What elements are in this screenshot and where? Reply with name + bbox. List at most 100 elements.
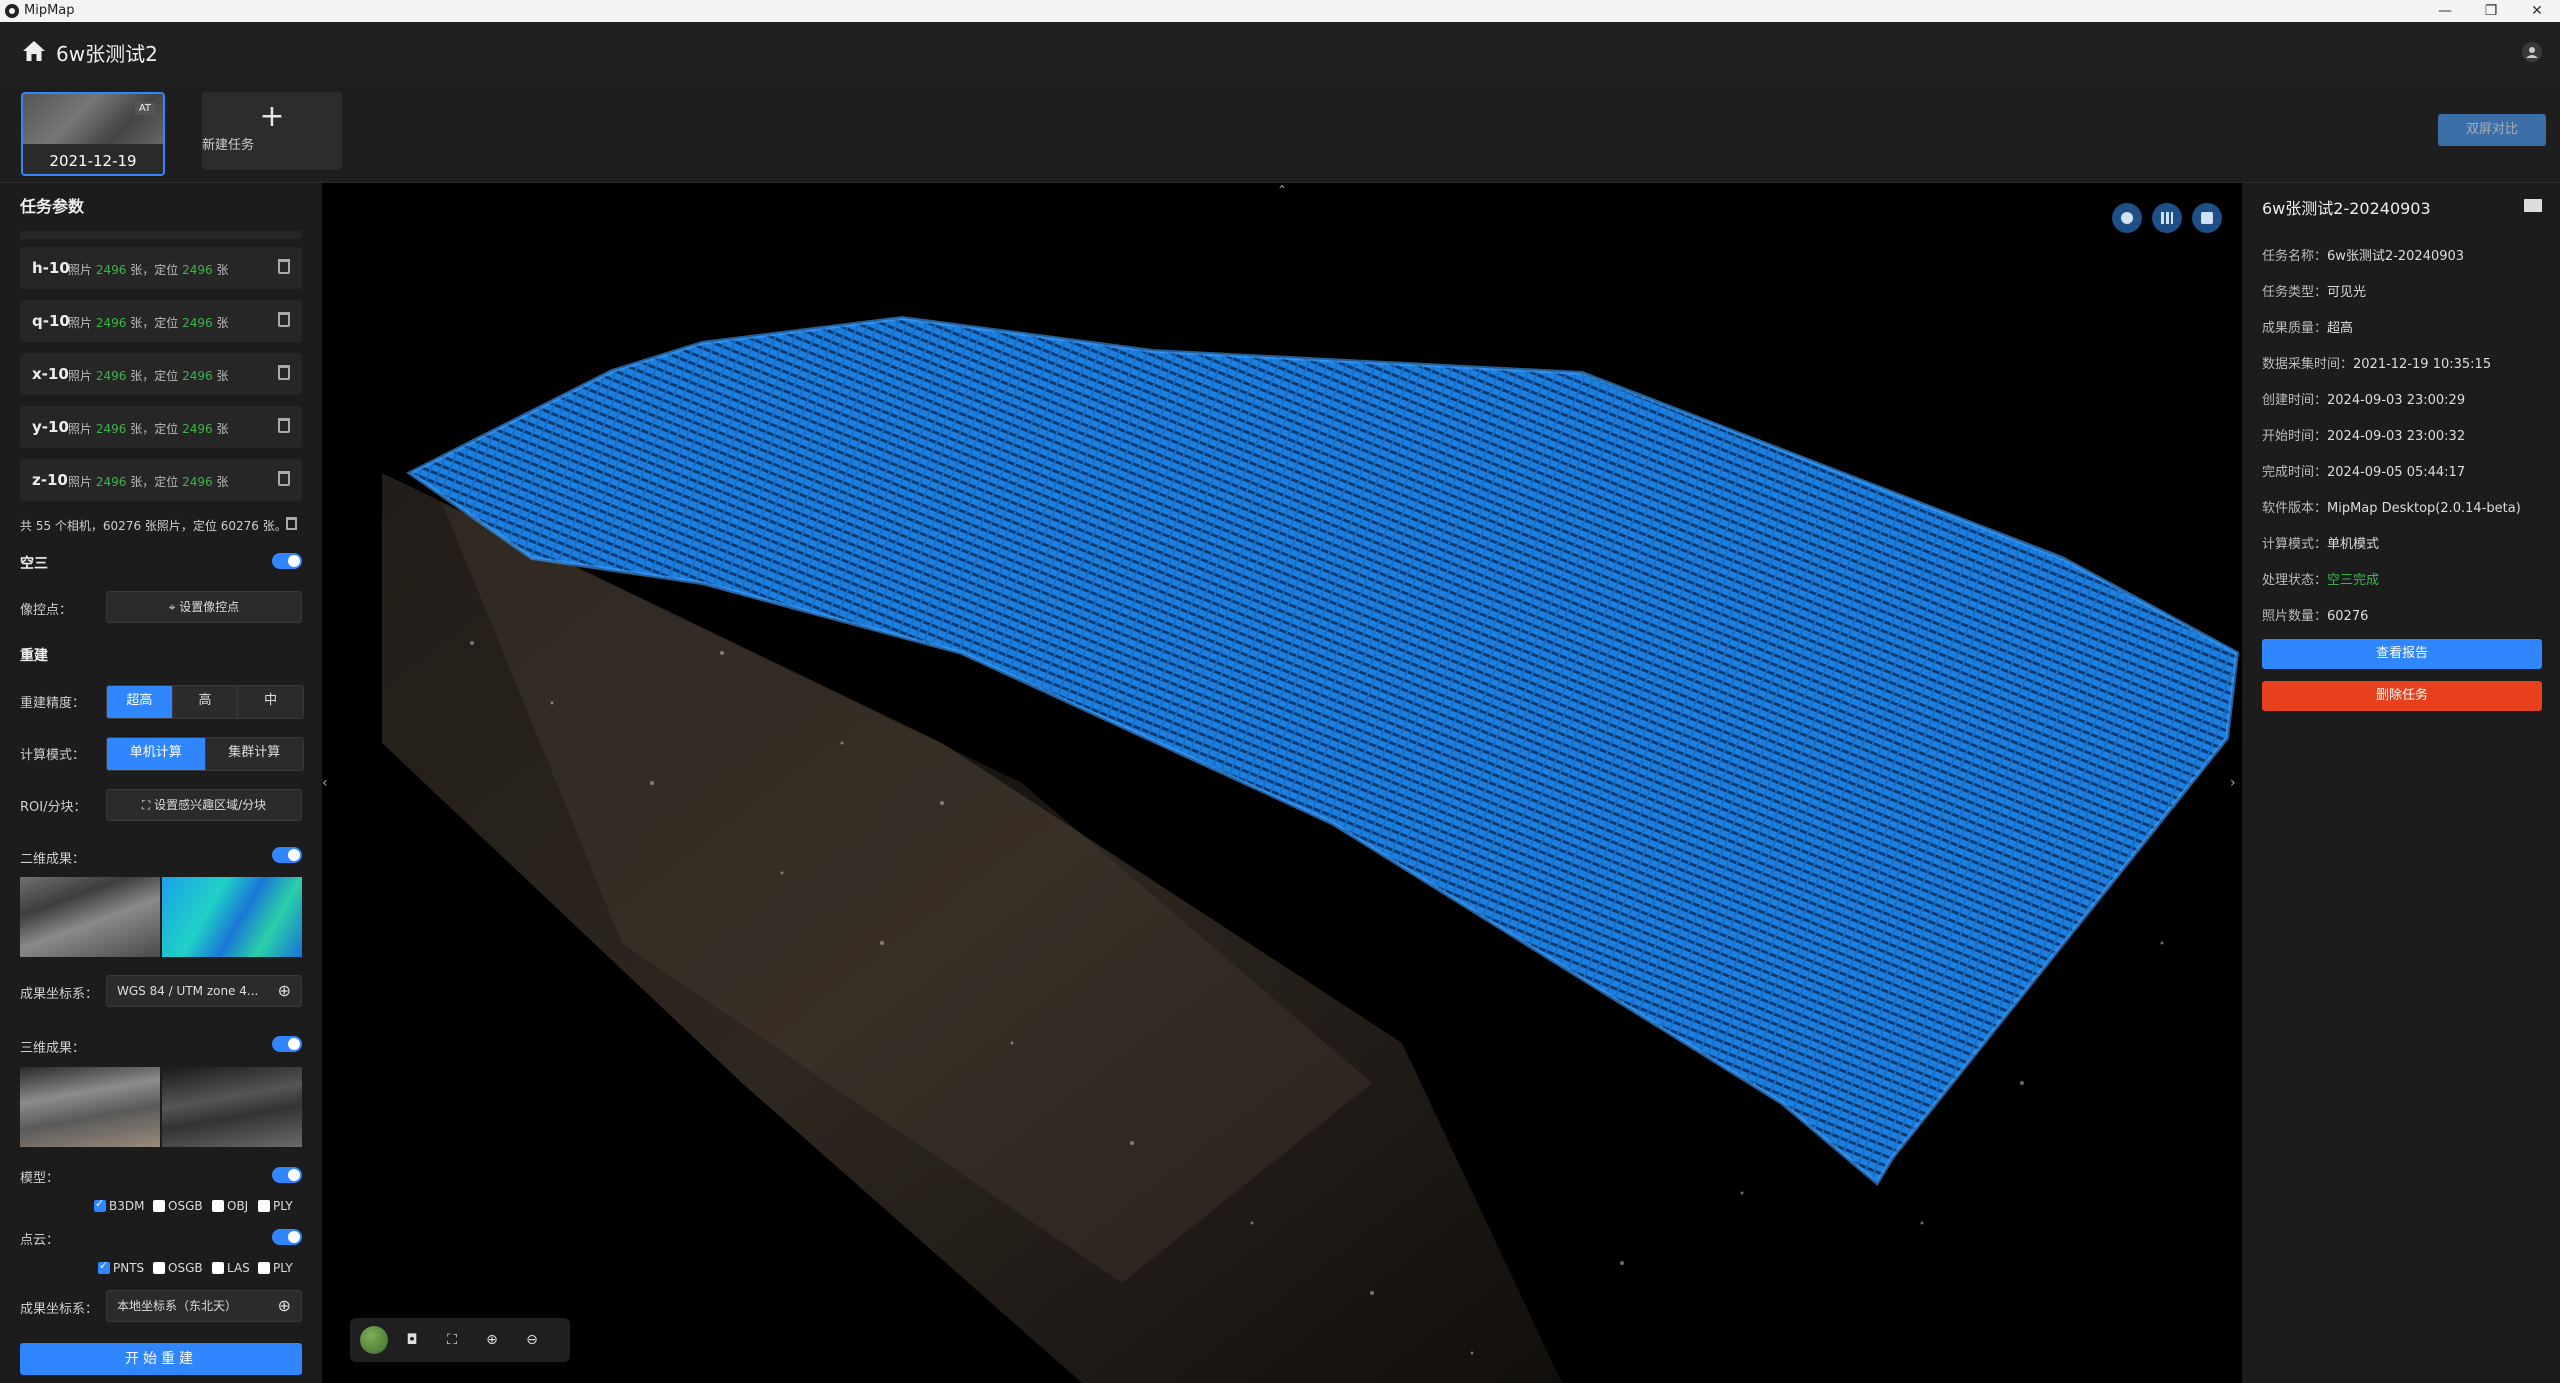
aerial-toggle[interactable] — [272, 553, 302, 569]
result-3d-thumbnails — [20, 1067, 302, 1147]
camera-icon[interactable]: ◘ — [402, 1330, 422, 1350]
model-format-obj[interactable]: OBJ — [212, 1199, 248, 1213]
camera-info: 照片 2496 张，定位 2496 张 — [68, 422, 229, 436]
pointcloud-toggle[interactable] — [272, 1229, 302, 1245]
pointcloud-format-ply[interactable]: PLY — [258, 1261, 293, 1275]
trash-icon[interactable] — [278, 471, 290, 486]
home-icon[interactable] — [22, 40, 46, 62]
detail-row: 成果质量：超高 — [2262, 321, 2354, 336]
precision-option-medium[interactable]: 中 — [238, 686, 303, 718]
model-format-b3dm[interactable]: B3DM — [94, 1197, 144, 1213]
precision-label: 重建精度： — [20, 696, 86, 711]
camera-row[interactable]: q-10 照片 2496 张，定位 2496 张 — [20, 300, 302, 342]
trash-icon[interactable] — [278, 365, 290, 380]
globe-view-icon — [2121, 212, 2133, 224]
precision-option-ultra[interactable]: 超高 — [107, 686, 173, 718]
delete-task-button[interactable]: 删除任务 — [2262, 681, 2542, 711]
result-3d-label: 三维成果： — [20, 1041, 86, 1056]
view-report-button[interactable]: 查看报告 — [2262, 639, 2542, 669]
detail-row: 照片数量：60276 — [2262, 609, 2369, 624]
model-thumbnail[interactable] — [20, 1067, 160, 1147]
task-params-panel: 任务参数 h-10 照片 2496 张，定位 2496 张 q-10 照片 24… — [0, 183, 320, 1383]
model-toggle[interactable] — [272, 1167, 302, 1183]
task-details-panel: 6w张测试2-20240903 任务名称：6w张测试2-20240903 任务类… — [2244, 183, 2560, 1383]
set-gcp-button[interactable]: ⌖ 设置像控点 — [106, 591, 302, 623]
detail-row: 开始时间：2024-09-03 23:00:32 — [2262, 429, 2466, 444]
aerial-section-label: 空三 — [20, 556, 48, 572]
camera-row[interactable]: y-10 照片 2496 张，定位 2496 张 — [20, 406, 302, 448]
task-bar: AT 2021-12-19 + 新建任务 双屏对比 — [0, 82, 2560, 183]
fit-view-icon[interactable]: ⛶ — [442, 1330, 462, 1350]
compute-mode-selector: 单机计算 集群计算 — [106, 737, 304, 771]
zoom-out-icon[interactable]: ⊖ — [522, 1330, 542, 1350]
viewport-toolbar: ◘ ⛶ ⊕ ⊖ — [350, 1318, 570, 1362]
task-type-badge: AT — [134, 102, 155, 115]
view-mode-button[interactable] — [2112, 203, 2142, 233]
precision-option-high[interactable]: 高 — [172, 686, 239, 718]
result-2d-toggle[interactable] — [272, 847, 302, 863]
dual-screen-compare-button[interactable]: 双屏对比 — [2438, 114, 2546, 146]
pointcloud-format-osgb[interactable]: OSGB — [153, 1261, 203, 1275]
roi-button[interactable]: ⛶ 设置感兴趣区域/分块 — [106, 789, 302, 821]
trash-icon[interactable] — [278, 312, 290, 327]
camera-name: h-10 — [32, 259, 70, 277]
pointcloud-thumbnail[interactable] — [162, 1067, 302, 1147]
task-card[interactable]: AT 2021-12-19 — [21, 92, 165, 176]
start-reconstruction-button[interactable]: 开始重建 — [20, 1343, 302, 1375]
minimize-button[interactable]: — — [2422, 0, 2468, 22]
maximize-button[interactable]: ❐ — [2468, 0, 2514, 22]
close-window-button[interactable]: ✕ — [2514, 0, 2560, 22]
crs-2d-value: WGS 84 / UTM zone 4... — [117, 984, 259, 998]
new-task-button[interactable]: + 新建任务 — [202, 92, 342, 170]
trash-icon[interactable] — [278, 259, 290, 274]
compute-mode-label: 计算模式： — [20, 748, 86, 763]
detail-row: 软件版本：MipMap Desktop(2.0.14-beta) — [2262, 501, 2521, 516]
app-header: 6w张测试2 — [0, 22, 2560, 83]
model-label: 模型： — [20, 1171, 60, 1186]
camera-name: y-10 — [32, 418, 69, 436]
crs-3d-label: 成果坐标系： — [20, 1302, 99, 1317]
collapse-right-icon[interactable]: › — [2230, 775, 2242, 795]
result-2d-label: 二维成果： — [20, 852, 86, 867]
globe-icon[interactable]: ⊕ — [278, 1291, 291, 1321]
crs-3d-select[interactable]: 本地坐标系（东北天） ⊕ — [106, 1290, 302, 1322]
collapse-top-icon[interactable]: ⌃ — [1272, 183, 1292, 197]
zoom-in-icon[interactable]: ⊕ — [482, 1330, 502, 1350]
pointcloud-format-pnts[interactable]: PNTS — [98, 1259, 144, 1275]
dsm-thumbnail[interactable] — [162, 877, 302, 957]
user-avatar-icon[interactable] — [2522, 42, 2542, 62]
globe-basemap-icon[interactable] — [360, 1326, 388, 1354]
compute-option-cluster[interactable]: 集群计算 — [205, 738, 303, 770]
collapse-left-icon[interactable]: ‹ — [322, 775, 334, 795]
globe-icon[interactable]: ⊕ — [278, 976, 291, 1006]
plus-icon: + — [259, 99, 285, 134]
camera-row[interactable]: h-10 照片 2496 张，定位 2496 张 — [20, 247, 302, 289]
3d-viewport[interactable]: ⌃ ‹ › ◘ ⛶ ⊕ ⊖ — [322, 183, 2242, 1383]
grid-icon — [2161, 212, 2173, 224]
detail-row: 计算模式：单机模式 — [2262, 537, 2380, 552]
detail-row: 处理状态：空三完成 — [2262, 573, 2380, 588]
camera-row[interactable]: x-10 照片 2496 张，定位 2496 张 — [20, 353, 302, 395]
camera-row[interactable]: z-10 照片 2496 张，定位 2496 张 — [20, 459, 302, 501]
model-format-osgb[interactable]: OSGB — [153, 1199, 203, 1213]
detail-row: 完成时间：2024-09-05 05:44:17 — [2262, 465, 2466, 480]
trash-all-icon[interactable] — [286, 517, 297, 530]
result-2d-thumbnails — [20, 877, 302, 957]
model-format-ply[interactable]: PLY — [258, 1199, 293, 1213]
grid-view-button[interactable] — [2152, 203, 2182, 233]
trash-icon[interactable] — [278, 418, 290, 433]
crs-3d-value: 本地坐标系（东北天） — [117, 1299, 238, 1313]
detail-row: 任务名称：6w张测试2-20240903 — [2262, 249, 2465, 264]
screenshot-button[interactable] — [2192, 203, 2222, 233]
folder-icon[interactable] — [2524, 199, 2542, 212]
app-name: MipMap — [24, 3, 75, 18]
orthophoto-thumbnail[interactable] — [20, 877, 160, 957]
camera-icon — [2201, 212, 2213, 224]
project-title: 6w张测试2 — [56, 42, 158, 66]
status-value: 空三完成 — [2327, 573, 2380, 588]
pointcloud-format-las[interactable]: LAS — [212, 1261, 250, 1275]
compute-option-single[interactable]: 单机计算 — [107, 738, 206, 770]
crs-2d-select[interactable]: WGS 84 / UTM zone 4... ⊕ — [106, 975, 302, 1007]
result-3d-toggle[interactable] — [272, 1036, 302, 1052]
recon-section-label: 重建 — [20, 648, 48, 664]
